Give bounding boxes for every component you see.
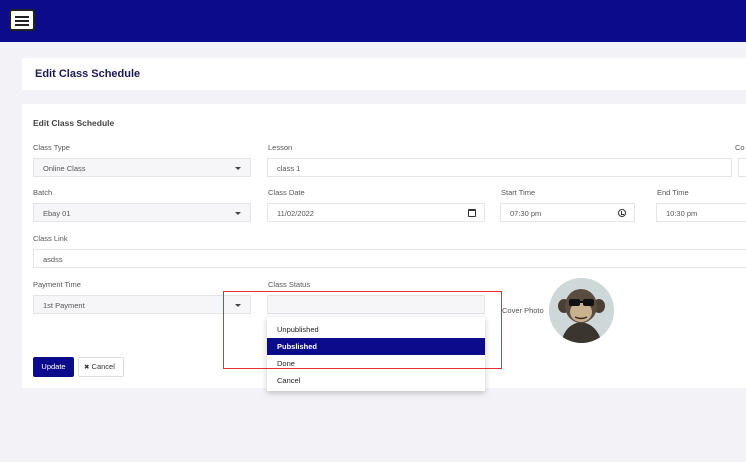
class-date-value: 11/02/2022: [277, 209, 314, 218]
chevron-down-icon: [235, 304, 241, 307]
cover-photo-label: Cover Photo: [502, 306, 544, 315]
class-link-value: asdss: [43, 255, 63, 264]
payment-time-label: Payment Time: [33, 280, 81, 289]
top-navbar: [0, 0, 746, 42]
chevron-down-icon: [235, 167, 241, 170]
start-time-value: 07:30 pm: [510, 209, 542, 218]
class-status-dropdown-menu: Unpublished Pubslished Done Cancel: [267, 317, 485, 391]
cut-off-label: Co: [735, 143, 745, 152]
cover-photo-avatar[interactable]: [549, 278, 614, 343]
class-status-label: Class Status: [268, 280, 311, 289]
start-time-input[interactable]: 07:30 pm: [500, 203, 635, 222]
page-header-card: Edit Class Schedule: [22, 58, 746, 90]
cut-off-field[interactable]: [738, 158, 746, 177]
lesson-label: Lesson: [268, 143, 293, 152]
batch-select[interactable]: Ebay 01: [33, 203, 251, 222]
close-icon: ✖: [84, 364, 90, 371]
end-time-label: End Time: [657, 188, 689, 197]
batch-value: Ebay 01: [43, 209, 71, 218]
calendar-icon[interactable]: [468, 209, 476, 217]
class-status-select[interactable]: [267, 295, 485, 314]
lesson-value: class 1: [277, 164, 301, 173]
page-title: Edit Class Schedule: [35, 68, 141, 80]
class-link-label: Class Link: [33, 234, 68, 243]
update-button[interactable]: Update: [33, 357, 74, 377]
chevron-down-icon: [235, 212, 241, 215]
class-type-label: Class Type: [33, 143, 70, 152]
clock-icon[interactable]: [618, 209, 626, 217]
class-link-field[interactable]: asdss: [33, 249, 746, 268]
hamburger-menu-icon[interactable]: [9, 9, 35, 31]
end-time-input[interactable]: 10:30 pm: [656, 203, 746, 222]
class-type-value: Online Class: [43, 164, 86, 173]
cancel-button[interactable]: ✖ Cancel: [78, 357, 124, 377]
lesson-field[interactable]: class 1: [267, 158, 732, 177]
status-option-unpublished[interactable]: Unpublished: [267, 321, 485, 338]
class-type-select[interactable]: Online Class: [33, 158, 251, 177]
start-time-label: Start Time: [501, 188, 536, 197]
payment-time-select[interactable]: 1st Payment: [33, 295, 251, 314]
monkey-cover-image: [549, 278, 614, 343]
class-date-label: Class Date: [268, 188, 305, 197]
end-time-value: 10:30 pm: [666, 209, 698, 218]
status-option-cancel[interactable]: Cancel: [267, 372, 485, 389]
batch-label: Batch: [33, 188, 53, 197]
payment-time-value: 1st Payment: [43, 301, 85, 310]
cancel-button-label: Cancel: [91, 362, 115, 371]
class-date-input[interactable]: 11/02/2022: [267, 203, 485, 222]
status-option-done[interactable]: Done: [267, 355, 485, 372]
form-section-title: Edit Class Schedule: [33, 118, 115, 128]
status-option-published[interactable]: Pubslished: [267, 338, 485, 355]
